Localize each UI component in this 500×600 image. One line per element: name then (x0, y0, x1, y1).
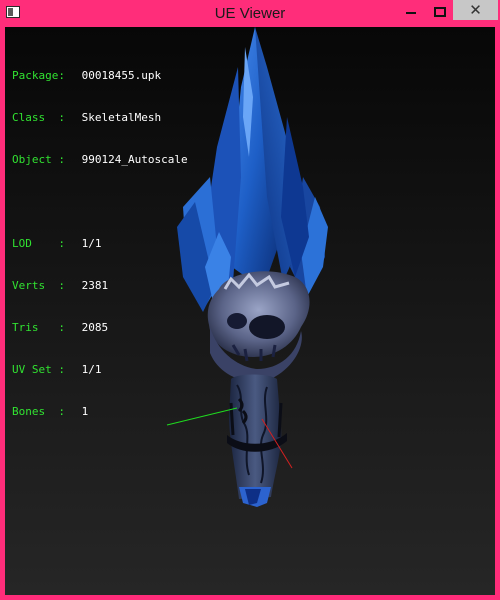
info-row-class: Class : SkeletalMesh (12, 111, 188, 125)
minimize-icon (406, 12, 416, 14)
info-value: 2085 (81, 321, 109, 334)
info-value: SkeletalMesh (81, 111, 162, 124)
close-icon: ✕ (469, 1, 482, 19)
info-value: 1 (81, 405, 89, 418)
info-label: Tris : (12, 321, 65, 334)
info-row-lod: LOD : 1/1 (12, 237, 188, 251)
minimize-button[interactable] (398, 0, 424, 22)
info-label: Bones : (12, 405, 65, 418)
info-value: 1/1 (81, 237, 102, 250)
info-value: 990124_Autoscale (81, 153, 188, 166)
maximize-icon (434, 7, 446, 17)
info-label: Object : (12, 153, 65, 166)
close-button[interactable]: ✕ (453, 0, 498, 20)
info-label: Class : (12, 111, 65, 124)
info-row-package: Package: 00018455.upk (12, 69, 188, 83)
info-row-tris: Tris : 2085 (12, 321, 188, 335)
window-title: UE Viewer (214, 5, 286, 22)
info-row-uvset: UV Set : 1/1 (12, 363, 188, 377)
info-row-object: Object : 990124_Autoscale (12, 153, 188, 167)
info-value: 2381 (81, 279, 109, 292)
maximize-button[interactable] (426, 0, 452, 22)
info-label: Package: (12, 69, 65, 82)
info-row-verts: Verts : 2381 (12, 279, 188, 293)
info-label: Verts : (12, 279, 65, 292)
skull-ornament (207, 271, 310, 382)
info-row-bones: Bones : 1 (12, 405, 188, 419)
info-label: LOD : (12, 237, 65, 250)
handle (227, 374, 287, 507)
app-window: UE Viewer ✕ Package: 00018455.upk Class … (0, 0, 500, 600)
mesh-info-panel: Package: 00018455.upk Class : SkeletalMe… (12, 41, 188, 447)
3d-viewport[interactable]: Package: 00018455.upk Class : SkeletalMe… (5, 27, 495, 595)
info-value: 1/1 (81, 363, 102, 376)
info-value: 00018455.upk (81, 69, 162, 82)
info-label: UV Set : (12, 363, 65, 376)
crystal-blades (177, 27, 328, 312)
title-bar[interactable]: UE Viewer ✕ (0, 0, 500, 26)
